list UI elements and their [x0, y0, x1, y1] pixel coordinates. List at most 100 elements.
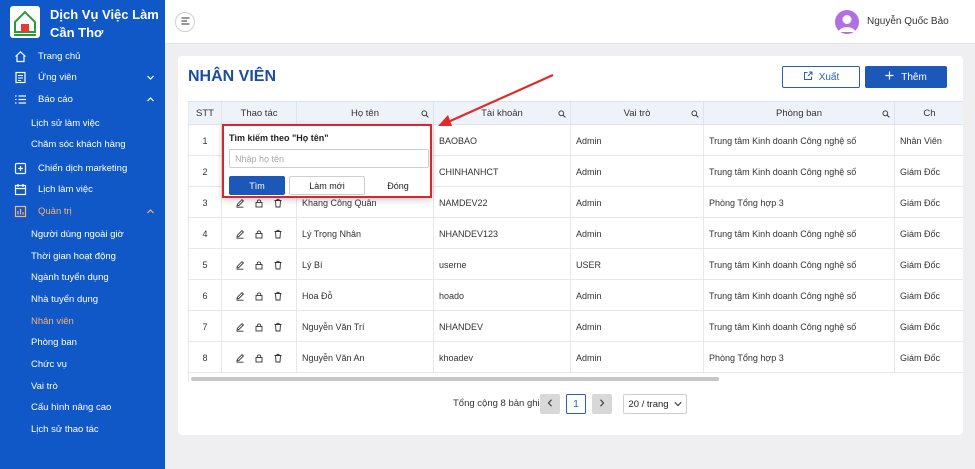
page-title: NHÂN VIÊN	[188, 68, 277, 85]
sidebar-item-1[interactable]: Ứng viên	[0, 67, 165, 88]
cell-stt: 1	[189, 125, 222, 156]
search-icon[interactable]	[558, 110, 566, 118]
edit-icon[interactable]	[235, 260, 245, 270]
lock-icon[interactable]	[254, 353, 264, 363]
sidebar-item-8[interactable]: Người dùng ngoài giờ	[0, 224, 165, 245]
sidebar-item-17[interactable]: Lịch sử thao tác	[0, 419, 165, 440]
sidebar-item-9[interactable]: Thời gian hoạt động	[0, 246, 165, 267]
table-row[interactable]: 7 Nguyễn Văn Trí NHANDEV Admin Trung tâm Kin…	[189, 311, 963, 342]
cell-stt: 6	[189, 280, 222, 311]
row-actions	[222, 218, 297, 249]
edit-icon[interactable]	[235, 198, 245, 208]
edit-icon[interactable]	[235, 229, 245, 239]
sidebar-item-10[interactable]: Ngành tuyển dụng	[0, 267, 165, 288]
cell-role: Admin	[571, 125, 704, 156]
sidebar-item-label: Ứng viên	[38, 72, 77, 83]
delete-icon[interactable]	[273, 260, 283, 270]
search-button[interactable]: Tìm	[229, 176, 285, 195]
sidebar-item-label: Ngành tuyển dụng	[31, 272, 109, 283]
sidebar-item-2[interactable]: Báo cáo	[0, 89, 165, 110]
column-header-department[interactable]: Phòng ban	[704, 101, 895, 125]
cell-role: Admin	[571, 311, 704, 342]
total-records: Tổng cộng 8 bản ghi	[453, 398, 540, 409]
lock-icon[interactable]	[254, 260, 264, 270]
sidebar-item-label: Người dùng ngoài giờ	[31, 229, 124, 240]
column-header-actions: Thao tác	[222, 101, 297, 125]
sidebar-item-label: Cấu hình nâng cao	[31, 402, 112, 413]
chevron-right-icon	[599, 398, 605, 410]
sidebar-item-6[interactable]: Lịch làm việc	[0, 179, 165, 200]
lock-icon[interactable]	[254, 322, 264, 332]
table-header: STT Thao tác Họ tên Tài khoản Vai trò Phòng b…	[189, 101, 963, 125]
table-row[interactable]: 6 Hoa Đỗ hoado Admin Trung tâm Kinh doanh Cô…	[189, 280, 963, 311]
cell-name: Nguyễn Văn An	[297, 342, 434, 373]
cell-pos: Giám Đốc	[895, 218, 963, 249]
cell-account: NHANDEV	[434, 311, 571, 342]
cell-dept: Trung tâm Kinh doanh Công nghệ số	[704, 156, 895, 187]
lock-icon[interactable]	[254, 198, 264, 208]
table-row[interactable]: 4 Lý Trọng Nhân NHANDEV123 Admin Trung tâm K…	[189, 218, 963, 249]
chevron-up-icon	[146, 207, 155, 216]
edit-icon[interactable]	[235, 353, 245, 363]
cell-role: Admin	[571, 342, 704, 373]
campaign-icon	[14, 162, 27, 175]
sidebar-item-0[interactable]: Trang chủ	[0, 46, 165, 67]
sidebar-item-label: Lịch sử làm việc	[31, 118, 100, 129]
delete-icon[interactable]	[273, 198, 283, 208]
menu-toggle-button[interactable]	[175, 12, 195, 32]
next-page-button[interactable]	[592, 394, 612, 414]
prev-page-button[interactable]	[540, 394, 560, 414]
cell-pos: Giám Đốc	[895, 249, 963, 280]
delete-icon[interactable]	[273, 229, 283, 239]
sidebar-item-15[interactable]: Vai trò	[0, 376, 165, 397]
cell-role: Admin	[571, 280, 704, 311]
name-search-input[interactable]	[229, 149, 429, 168]
lock-icon[interactable]	[254, 291, 264, 301]
edit-icon[interactable]	[235, 322, 245, 332]
table-row[interactable]: 5 Lý Bí userne USER Trung tâm Kinh doanh Côn…	[189, 249, 963, 280]
column-header-label: Phòng ban	[776, 107, 822, 119]
sidebar-item-3[interactable]: Lịch sử làm việc	[0, 113, 165, 134]
search-icon[interactable]	[421, 110, 429, 118]
sidebar-item-14[interactable]: Chức vụ	[0, 354, 165, 375]
delete-icon[interactable]	[273, 353, 283, 363]
cell-pos: Giám Đốc	[895, 280, 963, 311]
delete-icon[interactable]	[273, 322, 283, 332]
list-icon	[14, 93, 27, 106]
sidebar-item-16[interactable]: Cấu hình nâng cao	[0, 397, 165, 418]
sidebar-item-12[interactable]: Nhân viên	[0, 311, 165, 332]
close-button[interactable]: Đóng	[369, 176, 427, 195]
sidebar-item-11[interactable]: Nhà tuyển dụng	[0, 289, 165, 310]
reset-button[interactable]: Làm mới	[289, 176, 365, 195]
column-header-name[interactable]: Họ tên	[297, 101, 434, 125]
avatar[interactable]	[835, 10, 859, 34]
sidebar-item-7[interactable]: Quản trị	[0, 201, 165, 222]
sidebar-item-4[interactable]: Chăm sóc khách hàng	[0, 134, 165, 155]
column-header-label: Họ tên	[351, 107, 379, 119]
horizontal-scrollbar[interactable]	[191, 377, 719, 381]
row-actions	[222, 342, 297, 373]
sidebar-item-13[interactable]: Phòng ban	[0, 332, 165, 353]
username[interactable]: Nguyễn Quốc Bảo	[867, 16, 949, 27]
search-icon[interactable]	[691, 110, 699, 118]
sidebar-item-label: Nhân viên	[31, 316, 74, 327]
cell-pos: Giám Đốc	[895, 311, 963, 342]
brand[interactable]: Dịch Vụ Việc Làm Cần Thơ	[8, 6, 163, 42]
column-header-account[interactable]: Tài khoản	[434, 101, 571, 125]
page-number-button[interactable]: 1	[566, 394, 586, 414]
plus-icon	[885, 71, 894, 83]
export-button[interactable]: Xuất	[782, 66, 860, 88]
column-header-position: Ch	[895, 101, 963, 125]
column-header-stt: STT	[189, 101, 222, 125]
search-icon[interactable]	[882, 110, 890, 118]
add-button[interactable]: Thêm	[865, 66, 947, 88]
brand-title: Dịch Vụ Việc Làm Cần Thơ	[50, 7, 159, 40]
cell-stt: 4	[189, 218, 222, 249]
sidebar-item-5[interactable]: Chiến dịch marketing	[0, 158, 165, 179]
lock-icon[interactable]	[254, 229, 264, 239]
column-header-role[interactable]: Vai trò	[571, 101, 704, 125]
page-size-select[interactable]: 20 / trang	[623, 394, 687, 414]
delete-icon[interactable]	[273, 291, 283, 301]
table-row[interactable]: 8 Nguyễn Văn An khoadev Admin Phòng Tổng hợp…	[189, 342, 963, 373]
edit-icon[interactable]	[235, 291, 245, 301]
